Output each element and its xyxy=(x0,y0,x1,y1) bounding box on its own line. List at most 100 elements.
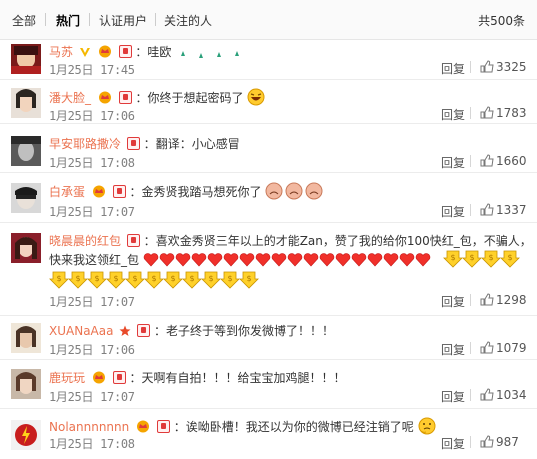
comment-text-continued: 快来我这领红_包 xyxy=(49,253,140,267)
gold-coin-icon: $ xyxy=(461,250,482,268)
reply-button[interactable]: 回复 xyxy=(441,341,465,358)
heart-icon xyxy=(303,253,319,267)
like-button[interactable]: 1298 xyxy=(480,293,527,309)
like-count: 1298 xyxy=(496,293,527,307)
gold-coin-icon: $ xyxy=(442,250,463,268)
reply-button[interactable]: 回复 xyxy=(441,203,465,220)
tab-all[interactable]: 全部 xyxy=(12,12,36,29)
like-count: 1079 xyxy=(496,341,527,355)
like-count: 1337 xyxy=(496,203,527,217)
like-button[interactable]: 3325 xyxy=(480,60,527,76)
comment-text: 哇欧 xyxy=(147,45,172,59)
avatar[interactable] xyxy=(11,233,41,263)
gold-coin-icon: $ xyxy=(201,271,221,289)
like-button[interactable]: 1079 xyxy=(480,341,527,357)
vip-crown-icon xyxy=(91,371,107,387)
heart-icon xyxy=(367,253,383,267)
comment-time: 1月25日 17:07 xyxy=(49,205,135,219)
svg-text:$: $ xyxy=(56,274,61,283)
reply-button[interactable]: 回复 xyxy=(441,106,465,123)
action-divider xyxy=(470,436,471,448)
thumbs-up-icon xyxy=(480,203,494,219)
comment-username[interactable]: 白承蛋 xyxy=(49,185,85,199)
comment-username[interactable]: 马苏 xyxy=(49,45,73,59)
heart-icon xyxy=(159,253,175,267)
action-divider xyxy=(470,107,471,119)
action-divider xyxy=(470,389,471,401)
comment-username[interactable]: XUANaAaa xyxy=(49,324,113,338)
member-badge-icon xyxy=(156,420,170,433)
like-button[interactable]: 1783 xyxy=(480,106,527,122)
comment-item: 潘大脸_ ：你终于想起密码了 1月25日 17:06 回复 1783 xyxy=(0,80,537,124)
like-count: 3325 xyxy=(496,60,527,74)
comment-text: 诶呦卧槽！我还以为你的微博已经注销了呢 xyxy=(185,420,414,434)
heart-icon xyxy=(271,253,287,267)
heart-icon xyxy=(351,253,367,267)
like-count: 1660 xyxy=(496,154,527,168)
heart-icon xyxy=(207,253,223,267)
comment-time: 1月25日 17:07 xyxy=(49,295,135,309)
comment-username[interactable]: 早安耶路撒冷 xyxy=(49,137,121,151)
gold-coin-arrow-icon: $ $ $ $ $ $ $ $ $ $ $ xyxy=(49,271,269,292)
avatar[interactable] xyxy=(11,88,41,118)
reply-button[interactable]: 回复 xyxy=(441,435,465,452)
svg-text:$: $ xyxy=(170,274,175,283)
comment-text: 天啊有自拍！！！给宝宝加鸡腿！！！ xyxy=(141,371,346,385)
comment-filter-tabs: 全部 热门 认证用户 关注的人 共500条 xyxy=(0,0,537,40)
tab-verified-users[interactable]: 认证用户 xyxy=(99,12,147,29)
member-badge-icon xyxy=(118,45,132,58)
comment-username[interactable]: 晓晨晨的红包 xyxy=(49,234,121,248)
svg-text:$: $ xyxy=(246,274,251,283)
like-count: 1034 xyxy=(496,388,527,402)
comment-username[interactable]: Nolannnnnnn xyxy=(49,420,129,434)
avatar[interactable] xyxy=(11,183,41,213)
like-button[interactable]: 1337 xyxy=(480,203,527,219)
like-count: 987 xyxy=(496,435,519,449)
gold-coin-icon: $ xyxy=(49,271,69,289)
svg-text:$: $ xyxy=(469,253,474,262)
like-button[interactable]: 1660 xyxy=(480,154,527,170)
gold-coin-arrow-icon: $ $ $ $ xyxy=(442,250,523,271)
member-badge-icon xyxy=(126,137,140,150)
comment-time: 1月25日 17:45 xyxy=(49,63,135,77)
comment-text: 金秀贤我踏马想死你了 xyxy=(141,185,262,199)
reply-button[interactable]: 回复 xyxy=(441,60,465,77)
heart-icon xyxy=(143,253,159,267)
laughing-face-icon xyxy=(247,88,265,109)
heart-icon xyxy=(223,253,239,267)
comment-username[interactable]: 鹿玩玩 xyxy=(49,371,85,385)
svg-text:$: $ xyxy=(189,274,194,283)
comment-time: 1月25日 17:06 xyxy=(49,343,135,357)
member-badge-icon xyxy=(112,371,126,384)
svg-text:$: $ xyxy=(227,274,232,283)
member-badge-icon xyxy=(112,185,126,198)
reply-button[interactable]: 回复 xyxy=(441,388,465,405)
comment-username[interactable]: 潘大脸_ xyxy=(49,91,91,105)
avatar[interactable] xyxy=(11,136,41,166)
avatar[interactable] xyxy=(11,44,41,74)
thumbs-up-icon xyxy=(480,293,494,309)
reply-button[interactable]: 回复 xyxy=(441,293,465,310)
vip-crown-icon xyxy=(91,185,107,201)
heart-icon xyxy=(239,253,255,267)
heart-icon xyxy=(399,253,415,267)
action-divider xyxy=(470,204,471,216)
reply-button[interactable]: 回复 xyxy=(441,154,465,171)
like-button[interactable]: 987 xyxy=(480,435,519,451)
avatar[interactable] xyxy=(11,420,41,450)
avatar[interactable] xyxy=(11,369,41,399)
tab-following[interactable]: 关注的人 xyxy=(164,12,212,29)
tab-hot[interactable]: 热门 xyxy=(56,12,80,29)
gold-coin-icon: $ xyxy=(220,271,240,289)
verified-v-icon xyxy=(79,46,91,61)
comment-item: 马苏 ：哇欧 1月25日 17:45 回复 3325 xyxy=(0,40,537,80)
heart-icon xyxy=(319,253,335,267)
vip-crown-icon xyxy=(135,420,151,436)
avatar[interactable] xyxy=(11,323,41,353)
gold-coin-icon: $ xyxy=(499,250,520,268)
thinking-face-icon xyxy=(418,417,436,438)
like-button[interactable]: 1034 xyxy=(480,388,527,404)
svg-text:$: $ xyxy=(113,274,118,283)
heart-icon xyxy=(335,253,351,267)
comment-time: 1月25日 17:06 xyxy=(49,109,135,123)
